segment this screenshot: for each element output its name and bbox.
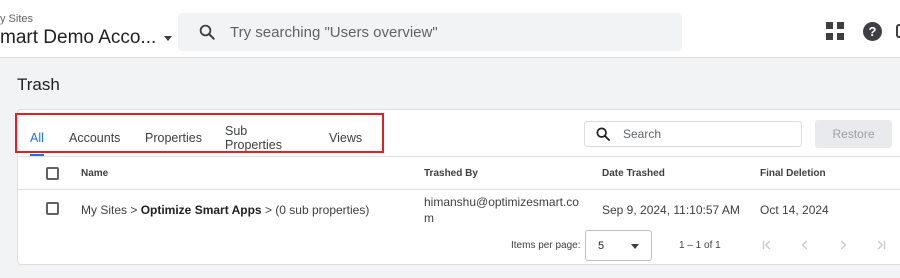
- search-icon: [596, 127, 610, 141]
- table-search-field[interactable]: [584, 121, 802, 147]
- table-header-row: Name Trashed By Date Trashed Final Delet…: [18, 156, 900, 190]
- tab-sub-properties[interactable]: Sub Properties: [225, 110, 282, 156]
- chevron-down-icon: [631, 244, 639, 249]
- select-all-checkbox[interactable]: [46, 167, 59, 180]
- page-title: Trash: [17, 75, 60, 94]
- chevron-down-icon: [164, 35, 173, 41]
- row-date-trashed: Sep 9, 2024, 11:10:57 AM: [602, 203, 740, 217]
- column-header-final-deletion[interactable]: Final Deletion: [760, 168, 826, 179]
- table-search-input[interactable]: [623, 127, 793, 141]
- account-selector[interactable]: mart Demo Acco...: [0, 27, 173, 49]
- notifications-icon[interactable]: [896, 24, 900, 38]
- items-per-page-label: Items per page:: [511, 240, 581, 251]
- items-per-page-select[interactable]: 5: [585, 230, 652, 261]
- last-page-icon[interactable]: [874, 238, 888, 252]
- pagination-range: 1 – 1 of 1: [679, 240, 721, 251]
- row-final-deletion: Oct 14, 2024: [760, 203, 829, 217]
- restore-button[interactable]: Restore: [815, 120, 892, 148]
- column-header-name[interactable]: Name: [81, 168, 108, 179]
- top-app-bar: y Sites mart Demo Acco... ?: [0, 0, 900, 58]
- previous-page-icon[interactable]: [798, 238, 812, 252]
- account-breadcrumb[interactable]: y Sites: [0, 13, 33, 25]
- search-icon: [199, 24, 215, 40]
- table-row[interactable]: My Sites > Optimize Smart Apps > (0 sub …: [18, 190, 900, 228]
- tab-views[interactable]: Views: [329, 110, 362, 156]
- path-suffix: > (0 sub properties): [261, 203, 370, 217]
- tab-properties[interactable]: Properties: [145, 110, 202, 156]
- global-search-input[interactable]: [230, 23, 670, 41]
- row-checkbox[interactable]: [46, 202, 59, 215]
- path-prefix: My Sites >: [81, 203, 141, 217]
- apps-grid-icon[interactable]: [826, 22, 844, 40]
- first-page-icon[interactable]: [760, 238, 774, 252]
- items-per-page-value: 5: [598, 240, 605, 252]
- tab-accounts[interactable]: Accounts: [69, 110, 120, 156]
- row-trashed-by: himanshu@optimizesmart.com: [424, 195, 579, 225]
- column-header-trashed-by[interactable]: Trashed By: [424, 168, 478, 179]
- account-name-label: mart Demo Acco...: [0, 27, 157, 48]
- global-search-bar[interactable]: [178, 13, 682, 51]
- path-item-name[interactable]: Optimize Smart Apps: [141, 203, 262, 217]
- row-name-path: My Sites > Optimize Smart Apps > (0 sub …: [81, 203, 369, 217]
- paginator: Items per page: 5 1 – 1 of 1: [18, 228, 900, 264]
- column-header-date-trashed[interactable]: Date Trashed: [602, 168, 665, 179]
- tab-all[interactable]: All: [30, 110, 44, 156]
- trash-card: All Accounts Properties Sub Properties V…: [15, 109, 900, 265]
- help-icon[interactable]: ?: [863, 22, 882, 41]
- next-page-icon[interactable]: [836, 238, 850, 252]
